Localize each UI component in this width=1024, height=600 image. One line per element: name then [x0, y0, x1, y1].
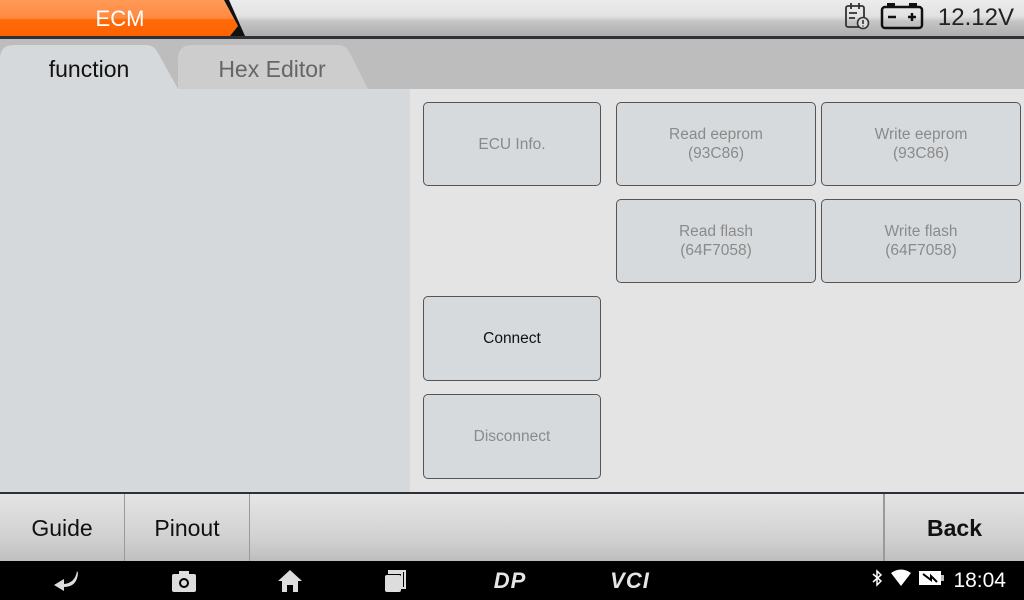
- write-eeprom-button[interactable]: Write eeprom (93C86): [821, 102, 1021, 186]
- wifi-icon: [891, 569, 912, 592]
- connect-button[interactable]: Connect: [423, 296, 601, 381]
- dp-icon[interactable]: DP: [480, 561, 540, 600]
- bluetooth-icon: [871, 569, 883, 592]
- home-icon[interactable]: [270, 561, 310, 600]
- function-panel: ECU Info. Read eeprom (93C86) Write eepr…: [410, 89, 1024, 492]
- write-flash-chip: (64F7058): [885, 242, 957, 259]
- connect-label: Connect: [483, 330, 541, 347]
- back-icon[interactable]: [46, 561, 86, 600]
- camera-icon[interactable]: [164, 561, 204, 600]
- module-title-tab: ECM: [0, 0, 245, 36]
- read-eeprom-label: Read eeprom: [669, 126, 763, 143]
- calendar-alert-icon[interactable]: [844, 2, 870, 35]
- battery-voltage-icon: [880, 2, 924, 35]
- left-panel: [0, 89, 410, 492]
- clock: 18:04: [953, 568, 1006, 592]
- write-flash-label: Write flash: [884, 223, 958, 240]
- recents-icon[interactable]: [375, 561, 415, 600]
- ecm-screen: ECM 12.12V Hex Editor function ECU Info.…: [0, 0, 1024, 600]
- guide-button[interactable]: Guide: [0, 494, 125, 561]
- tab-strip: Hex Editor function: [0, 39, 1024, 89]
- write-eeprom-label: Write eeprom: [874, 126, 968, 143]
- read-eeprom-button[interactable]: Read eeprom (93C86): [616, 102, 816, 186]
- title-bar: ECM 12.12V: [0, 0, 1024, 36]
- ecu-info-button[interactable]: ECU Info.: [423, 102, 601, 186]
- vci-label: VCI: [610, 567, 650, 593]
- pinout-button[interactable]: Pinout: [125, 494, 250, 561]
- toolbar-spacer: [250, 494, 884, 561]
- tab-function-label: function: [48, 56, 130, 82]
- module-title: ECM: [95, 6, 145, 31]
- back-button[interactable]: Back: [884, 494, 1024, 561]
- disconnect-button[interactable]: Disconnect: [423, 394, 601, 479]
- tab-function[interactable]: function: [0, 45, 178, 89]
- bottom-toolbar: Guide Pinout Back: [0, 494, 1024, 561]
- read-eeprom-chip: (93C86): [688, 145, 744, 162]
- read-flash-chip: (64F7058): [680, 242, 752, 259]
- disconnect-label: Disconnect: [473, 428, 551, 445]
- write-flash-button[interactable]: Write flash (64F7058): [821, 199, 1021, 283]
- tab-hex-editor-label: Hex Editor: [218, 56, 326, 82]
- ecu-info-label: ECU Info.: [478, 135, 546, 153]
- write-eeprom-chip: (93C86): [893, 145, 949, 162]
- battery-charging-icon: [919, 569, 945, 592]
- voltage-readout: 12.12V: [937, 4, 1014, 31]
- read-flash-button[interactable]: Read flash (64F7058): [616, 199, 816, 283]
- tab-hex-editor[interactable]: Hex Editor: [178, 45, 368, 89]
- system-status: 18:04: [871, 561, 1006, 600]
- read-flash-label: Read flash: [678, 223, 754, 240]
- dp-label: DP: [493, 567, 527, 593]
- system-nav-bar: DP VCI 18:04: [0, 561, 1024, 600]
- vci-icon[interactable]: VCI: [600, 561, 660, 600]
